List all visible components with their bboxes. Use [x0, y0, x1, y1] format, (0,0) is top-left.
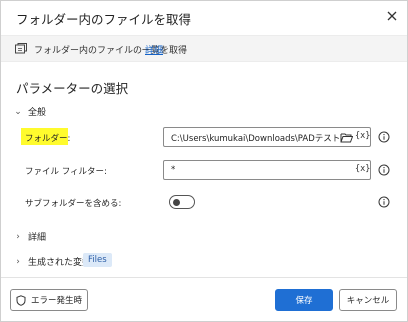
- file-filter-label: ファイル フィルター:: [25, 167, 107, 177]
- chevron-down-icon: ⌄: [14, 106, 22, 117]
- shield-icon: [16, 294, 26, 306]
- info-description: フォルダー内のファイルの一覧を取得: [34, 46, 188, 56]
- folder-field-value: C:\Users\kumukai\Downloads\PADテスト: [171, 134, 341, 144]
- chevron-right-icon: ›: [16, 256, 20, 267]
- folder-files-icon: [15, 43, 27, 54]
- toggle-knob: [173, 198, 180, 206]
- dialog-title: フォルダー内のファイルを取得: [16, 12, 192, 27]
- details-link[interactable]: 詳細: [145, 43, 163, 56]
- folder-label: フォルダー:: [25, 134, 71, 144]
- chevron-right-icon: ›: [16, 231, 20, 242]
- file-filter-value: *: [171, 165, 176, 175]
- folder-open-icon[interactable]: [340, 132, 353, 143]
- on-error-label: エラー発生時: [30, 296, 82, 306]
- info-circle-icon[interactable]: [378, 164, 390, 176]
- info-circle-icon[interactable]: [378, 131, 390, 143]
- generated-vars-section-label: 生成された変数: [28, 258, 92, 268]
- files-variable-badge[interactable]: Files: [83, 253, 112, 267]
- include-subfolders-toggle[interactable]: [169, 195, 195, 209]
- on-error-button[interactable]: エラー発生時: [10, 289, 88, 311]
- file-filter-field[interactable]: * {x}: [163, 160, 371, 180]
- general-section-toggle[interactable]: ⌄ 全般: [13, 105, 47, 119]
- include-subfolders-label: サブフォルダーを含める:: [25, 199, 122, 209]
- generated-vars-section-toggle[interactable]: › 生成された変数: [13, 255, 92, 269]
- folder-field[interactable]: C:\Users\kumukai\Downloads\PADテスト {x}: [163, 127, 371, 147]
- params-heading: パラメーターの選択: [16, 81, 129, 96]
- dialog: フォルダー内のファイルを取得 フォルダー内のファイルの一覧を取得 詳細 パラメー…: [0, 0, 408, 322]
- details-section-label: 詳細: [28, 233, 47, 243]
- info-circle-icon[interactable]: [378, 196, 390, 208]
- save-button[interactable]: 保存: [275, 289, 333, 311]
- folder-variable-button[interactable]: {x}: [355, 131, 370, 141]
- close-icon[interactable]: [385, 9, 399, 23]
- footer-divider: [1, 277, 407, 278]
- file-filter-variable-button[interactable]: {x}: [355, 164, 370, 174]
- cancel-button[interactable]: キャンセル: [339, 289, 397, 311]
- details-section-toggle[interactable]: › 詳細: [13, 230, 47, 244]
- general-section-label: 全般: [28, 108, 47, 118]
- info-bar: フォルダー内のファイルの一覧を取得 詳細: [1, 35, 407, 62]
